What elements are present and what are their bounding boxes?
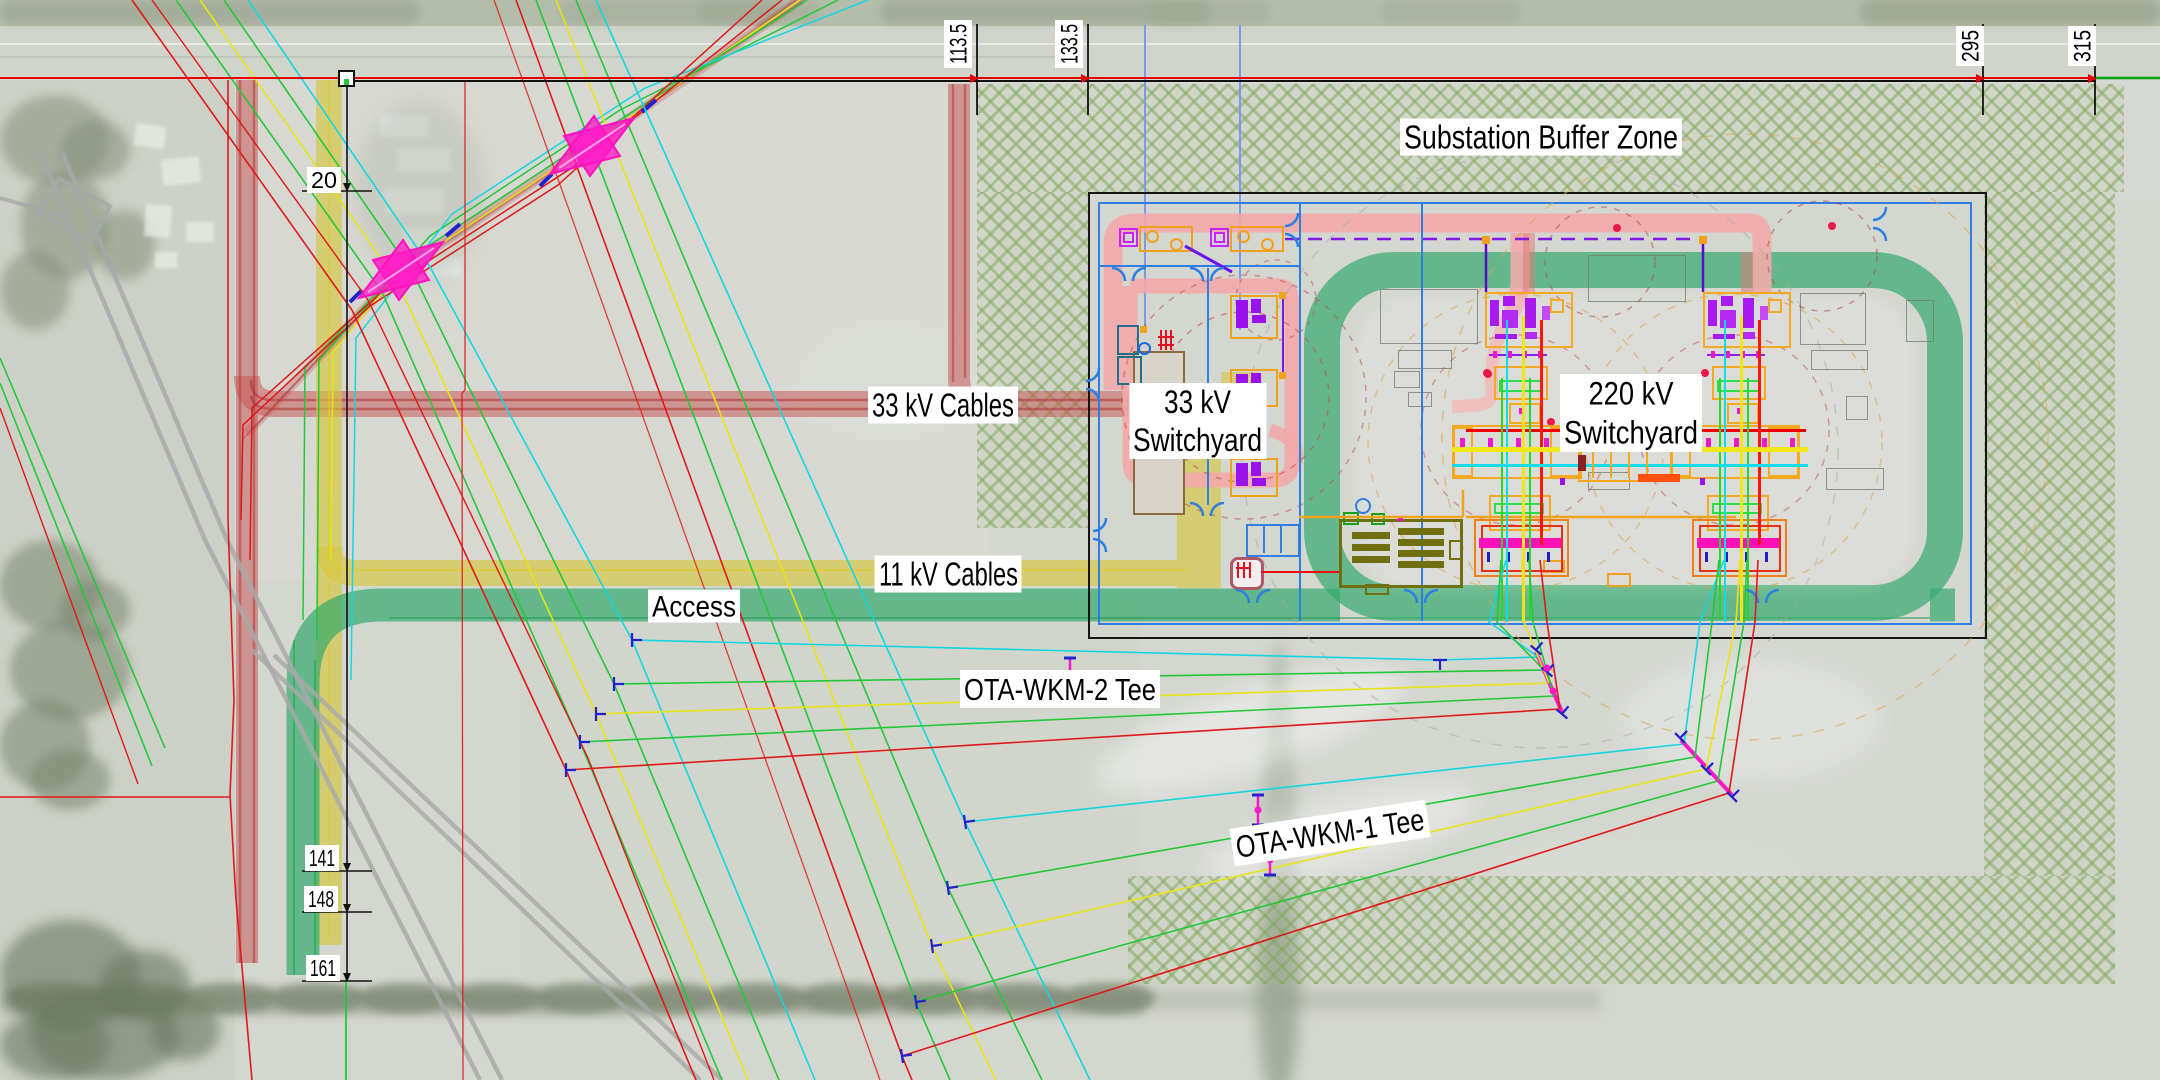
svg-text:Switchyard: Switchyard xyxy=(1564,415,1698,451)
svg-text:20: 20 xyxy=(311,167,337,193)
svg-text:141: 141 xyxy=(309,845,335,871)
svg-text:133.5: 133.5 xyxy=(1056,24,1083,64)
svg-text:33 kV Cables: 33 kV Cables xyxy=(872,387,1014,424)
svg-text:Substation Buffer Zone: Substation Buffer Zone xyxy=(1404,119,1678,156)
svg-text:11 kV Cables: 11 kV Cables xyxy=(879,556,1018,593)
svg-text:Access: Access xyxy=(652,591,736,623)
svg-text:113.5: 113.5 xyxy=(945,24,972,64)
svg-text:295: 295 xyxy=(1957,30,1984,62)
svg-text:315: 315 xyxy=(2069,30,2096,62)
svg-text:Switchyard: Switchyard xyxy=(1133,422,1262,458)
svg-text:220 kV: 220 kV xyxy=(1589,376,1675,412)
svg-text:33 kV: 33 kV xyxy=(1164,384,1232,420)
svg-text:148: 148 xyxy=(308,886,334,912)
svg-text:161: 161 xyxy=(310,955,336,981)
svg-text:OTA-WKM-2 Tee: OTA-WKM-2 Tee xyxy=(964,672,1156,707)
